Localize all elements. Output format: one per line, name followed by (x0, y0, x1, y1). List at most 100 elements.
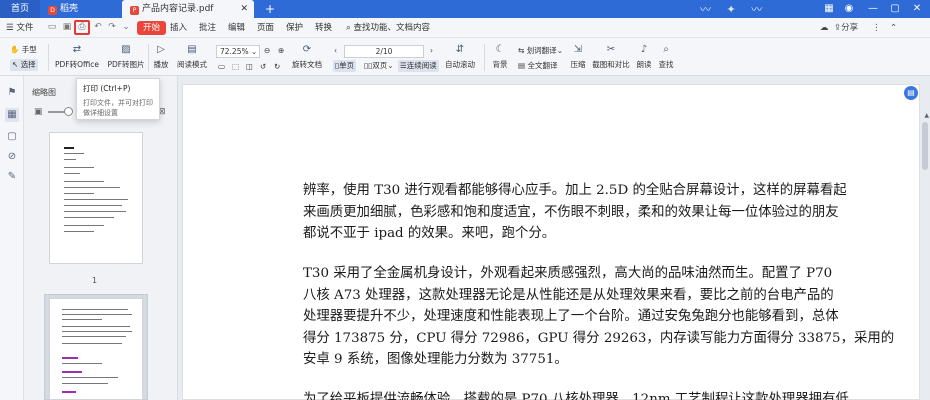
fit-page-icon[interactable]: ▭ (218, 61, 225, 73)
tab-convert[interactable]: 转换 (315, 21, 332, 35)
text-line: 得分 173875 分，CPU 得分 72986，GPU 得分 29263，内存… (303, 330, 895, 346)
search-function-box[interactable]: ⌕ 查找功能、文档内容 (346, 21, 430, 35)
zoom-in-icon[interactable]: ⊕ (278, 45, 284, 57)
vertical-scrollbar[interactable] (922, 122, 928, 170)
translate-icon: ⇆ (518, 46, 525, 55)
rotate-left-icon[interactable]: ↺ (260, 61, 266, 73)
undo-icon[interactable]: ↶ (92, 21, 104, 34)
text-line: 处理器要提升不少，处理速度和性能表现上了一个台阶。通过安兔兔跑分也能够看到，总体 (303, 309, 839, 324)
menu-icon[interactable]: ▦ (818, 0, 840, 18)
menu-bar: ☰ 文件 ▭ ▣ ⎙ ↶ ↷ ⌄ 开始 插入 批注 编辑 页面 保护 转换 ⌕ … (0, 18, 930, 38)
pdf-to-office-button[interactable]: ⇄ PDF转Office (54, 43, 100, 70)
word-translate-button[interactable]: ⇆ 划词翻译⌄ (518, 45, 563, 57)
tab-start[interactable]: 开始 (137, 21, 167, 35)
tab-insert[interactable]: 插入 (170, 21, 187, 35)
document-view[interactable]: 辨率，使用 T30 进行观看都能够得心应手。加上 2.5D 的全贴合屏幕设计，这… (178, 76, 930, 400)
toolbar-divider (148, 44, 149, 71)
print-icon[interactable]: ⎙ (74, 20, 90, 35)
next-page-icon[interactable]: › (430, 45, 433, 57)
tab-protect[interactable]: 保护 (286, 21, 303, 35)
tooltip-description: 打印文件，并可对打印做详细设置 (83, 99, 153, 117)
fit-width-icon[interactable]: ⬚ (232, 61, 239, 73)
docer-icon: D (48, 6, 57, 15)
prev-page-icon[interactable]: ‹ (334, 45, 337, 57)
open-icon[interactable]: ▭ (46, 21, 58, 34)
full-translate-button[interactable]: ▤ 全文翻译 (518, 60, 557, 72)
background-label: 背景 (492, 60, 508, 69)
thumbnail-panel-title: 缩略图 (32, 88, 56, 97)
ribbon-toolbar: ✋ 手型 ↖ 选择 ⇄ PDF转Office ▨ PDF转图片 ▷ 播放 ▤ 阅读模式 … (0, 38, 930, 76)
more-icon[interactable]: ⋮ (872, 21, 881, 35)
save-icon[interactable]: ▣ (61, 21, 73, 34)
file-menu[interactable]: ☰ 文件 (6, 21, 33, 35)
single-page-button[interactable]: ▯单页 (333, 60, 357, 72)
screenshot-compare-button[interactable]: ✂ 截图和对比 (592, 43, 630, 70)
find-button[interactable]: ⌕ 查找 (656, 43, 676, 70)
full-translate-label: 全文翻译 (527, 61, 558, 70)
rotate-document-button[interactable]: ⟳ 旋转文档 (292, 43, 322, 70)
cursor-icon: ↖ (12, 60, 19, 69)
minimize-icon[interactable]: — (862, 0, 884, 18)
maximize-icon[interactable]: ▢ (884, 0, 906, 18)
pdf-to-image-button[interactable]: ▨ PDF转图片 (106, 43, 146, 70)
rotate-right-icon[interactable]: ↻ (274, 61, 280, 73)
actual-size-icon[interactable]: ◫ (246, 61, 253, 73)
tab-page[interactable]: 页面 (257, 21, 274, 35)
tab-docer-label: 稻壳 (60, 4, 79, 14)
play-button[interactable]: ▷ 播放 (151, 43, 171, 70)
close-window-icon[interactable]: ✕ (906, 0, 928, 18)
thumbnail-page-number: 1 (92, 276, 98, 285)
auto-scroll-button[interactable]: ⇵ 自动滚动 (442, 43, 478, 70)
moon-icon: ☾ (495, 44, 505, 55)
collapse-ribbon-icon[interactable]: ⌃ (890, 21, 897, 35)
double-page-button[interactable]: ▯▯双页⌄ (364, 60, 394, 72)
tab-edit[interactable]: 编辑 (228, 21, 245, 35)
auto-scroll-label: 自动滚动 (445, 60, 475, 69)
tab-pdf-label: 产品内容记录.pdf (142, 4, 214, 14)
tab-annotate[interactable]: 批注 (199, 21, 216, 35)
hand-tool-button[interactable]: ✋ 手型 (10, 44, 37, 56)
thumbnail-image-icon[interactable]: ▣ (34, 107, 43, 117)
select-tool-button[interactable]: ↖ 选择 (10, 59, 38, 71)
read-mode-button[interactable]: ▤ 阅读模式 (174, 43, 210, 70)
redo-icon[interactable]: ↷ (106, 21, 118, 34)
read-mode-label: 阅读模式 (177, 60, 207, 69)
page-number-input[interactable]: 2/10 (344, 45, 424, 58)
attachment-icon[interactable]: ⊘ (5, 150, 19, 164)
paragraph-2: T30 采用了全金属机身设计，外观看起来质感强烈，高大尚的品味油然而生。配置了 … (303, 263, 895, 371)
cloud-icon[interactable]: ☁ (820, 21, 829, 35)
share-label: 分享 (841, 23, 859, 33)
read-aloud-label: 朗读 (636, 60, 652, 69)
speaker-icon: ♪ (640, 44, 648, 55)
avatar[interactable]: ◉ (838, 0, 860, 18)
background-button[interactable]: ☾ 背景 (488, 43, 512, 70)
signature-icon[interactable]: ✎ (5, 170, 19, 184)
tab-docer[interactable]: D 稻壳 (40, 0, 120, 18)
zoom-out-icon[interactable]: ⊖ (264, 45, 270, 57)
scissors-icon: ✂ (606, 44, 616, 55)
bookmark-icon[interactable]: ⚑ (5, 86, 19, 100)
close-tab-icon[interactable]: ✕ (240, 0, 248, 18)
pdf-page[interactable]: 辨率，使用 T30 进行观看都能够得心应手。加上 2.5D 的全贴合屏幕设计，这… (182, 84, 920, 400)
compress-button[interactable]: ⇲ 压缩 (566, 43, 590, 70)
page-thumbnail-2[interactable] (49, 298, 143, 400)
read-aloud-button[interactable]: ♪ 朗读 (634, 43, 654, 70)
decorative-birds-icon: 〰 ✦ 〰 (700, 3, 769, 16)
thumbnail-icon[interactable]: ▦ (5, 108, 19, 122)
search-icon: ⌕ (346, 23, 351, 33)
tab-home[interactable]: 首页 (0, 0, 40, 18)
dropdown-chevron-icon[interactable]: ⌄ (120, 21, 132, 34)
compress-icon: ⇲ (573, 44, 583, 55)
floating-tool-icon[interactable]: ▤ (904, 86, 918, 100)
slider-knob[interactable] (64, 107, 73, 116)
comment-icon[interactable]: ▢ (5, 130, 19, 144)
zoom-select[interactable]: 72.25% ⌄ (216, 45, 260, 58)
tab-pdf-document[interactable]: P 产品内容记录.pdf ✕ (122, 0, 254, 18)
new-tab-button[interactable]: + (262, 0, 278, 18)
page-thumbnail-1[interactable] (49, 132, 143, 264)
double-page-label: 双页 (372, 61, 388, 70)
text-line: 辨率，使用 T30 进行观看都能够得心应手。加上 2.5D 的全贴合屏幕设计，这… (303, 183, 847, 198)
share-button[interactable]: ⇪分享 (834, 21, 858, 35)
continuous-read-button[interactable]: ☰连续阅读 (398, 60, 439, 72)
scroll-up-icon[interactable]: ▲ (924, 112, 929, 119)
